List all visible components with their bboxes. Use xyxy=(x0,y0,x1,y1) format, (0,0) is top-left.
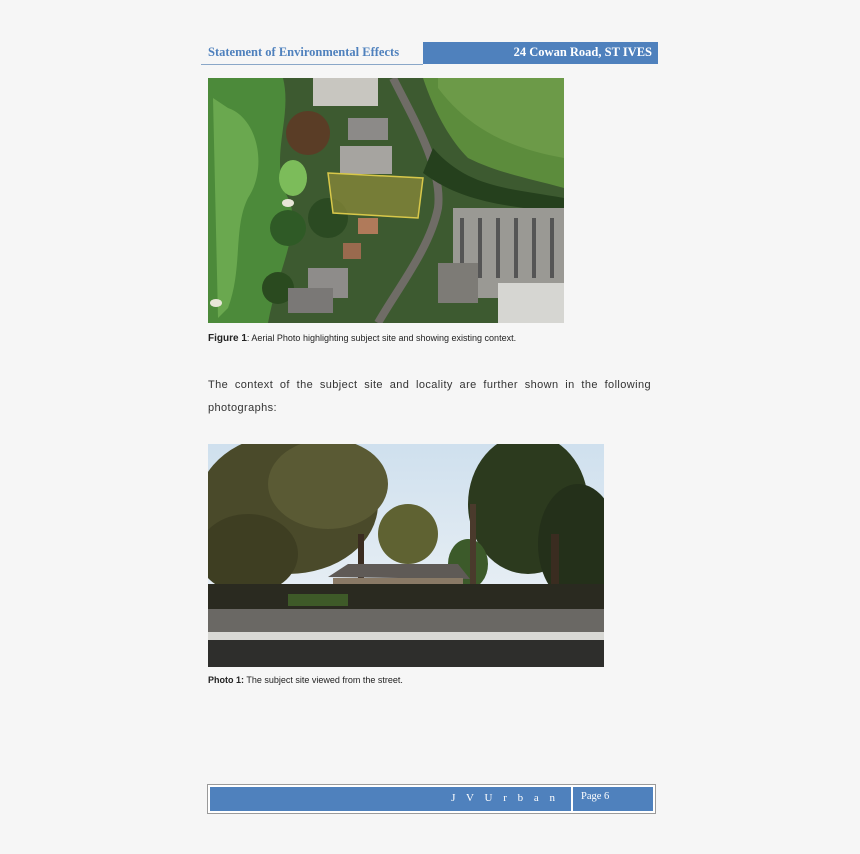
footer-company-bar: J V U r b a n xyxy=(210,787,571,811)
footer-page-number: Page 6 xyxy=(581,791,610,802)
figure-1-caption: Figure 1: Aerial Photo highlighting subj… xyxy=(208,333,516,344)
document-page: Statement of Environmental Effects 24 Co… xyxy=(0,0,860,854)
paragraph-line-1: The context of the subject site and loca… xyxy=(208,379,651,391)
header-left-text: Statement of Environmental Effects xyxy=(208,45,400,59)
paragraph-line-2: photographs: xyxy=(208,402,278,414)
footer-page-box: Page 6 xyxy=(573,787,653,811)
body-paragraph: The context of the subject site and loca… xyxy=(208,374,651,420)
header-address-bar: 24 Cowan Road, ST IVES xyxy=(423,42,658,64)
photo-1-label: Photo 1: xyxy=(208,675,244,685)
photo-1-caption: Photo 1: The subject site viewed from th… xyxy=(208,675,403,685)
figure-1-caption-text: : Aerial Photo highlighting subject site… xyxy=(246,333,517,343)
footer-company: J V U r b a n xyxy=(451,792,559,804)
aerial-photo xyxy=(208,78,564,323)
page-footer: J V U r b a n Page 6 xyxy=(207,784,656,814)
header-right-text: 24 Cowan Road, ST IVES xyxy=(513,45,652,59)
street-photo xyxy=(208,444,604,667)
photo-1-caption-text: The subject site viewed from the street. xyxy=(244,675,403,685)
figure-1-label: Figure 1 xyxy=(208,333,247,344)
header-document-title: Statement of Environmental Effects xyxy=(201,43,423,65)
